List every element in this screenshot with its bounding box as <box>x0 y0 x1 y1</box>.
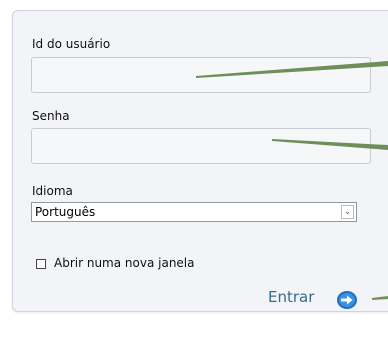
callout-password <box>272 139 388 150</box>
callout-user-id <box>196 61 388 78</box>
callout-lines <box>196 61 388 300</box>
callout-submit <box>372 296 388 300</box>
